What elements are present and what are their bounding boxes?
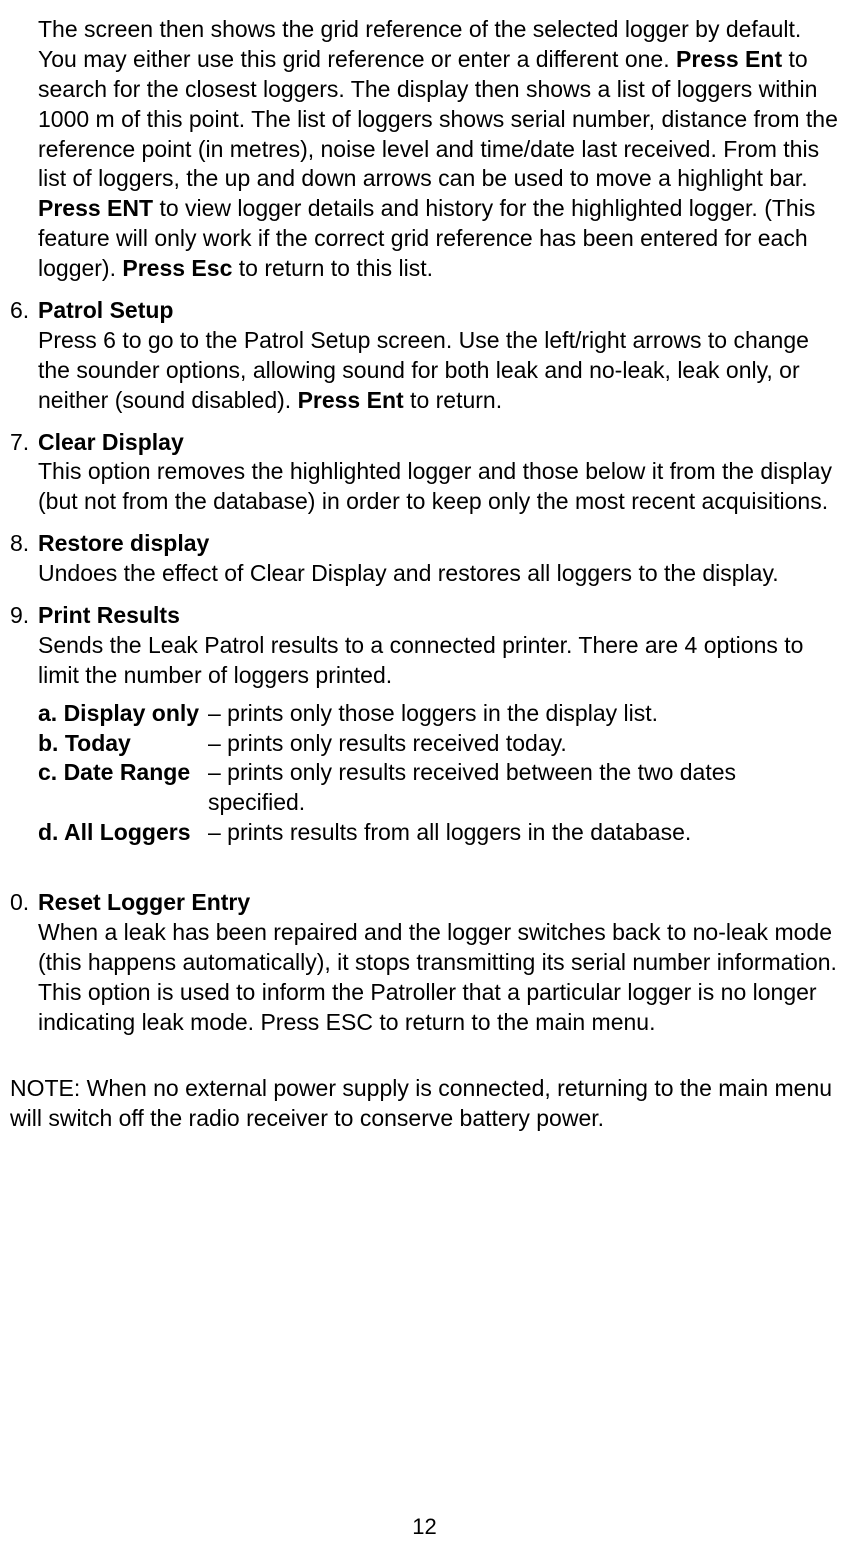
option-b-desc: – prints only results received today. [208,729,839,759]
item-9-content: Print Results Sends the Leak Patrol resu… [38,601,839,848]
item-7-number: 7. [10,428,38,518]
note-text: NOTE: When no external power supply is c… [10,1074,839,1134]
item-9: 9. Print Results Sends the Leak Patrol r… [10,601,839,848]
item-8-number: 8. [10,529,38,589]
option-d-desc: – prints results from all loggers in the… [208,818,839,848]
intro-text-g: to return to this list. [232,255,433,281]
intro-content: The screen then shows the grid reference… [38,15,839,284]
item-9-body: Sends the Leak Patrol results to a conne… [38,632,803,688]
item-7-title: Clear Display [38,429,184,455]
item-0: 0. Reset Logger Entry When a leak has be… [10,888,839,1037]
item-8-title: Restore display [38,530,209,556]
intro-number [10,15,38,284]
item-9-number: 9. [10,601,38,848]
intro-paragraph: The screen then shows the grid reference… [10,15,839,284]
item-0-number: 0. [10,888,38,1037]
item-6-content: Patrol Setup Press 6 to go to the Patrol… [38,296,839,416]
item-8-body: Undoes the effect of Clear Display and r… [38,560,779,586]
option-c-desc: – prints only results received between t… [208,758,839,818]
option-a-label: a. Display only [38,699,208,729]
item-9-title: Print Results [38,602,180,628]
press-ent-2: Press ENT [38,195,153,221]
item-8-content: Restore display Undoes the effect of Cle… [38,529,839,589]
item-7: 7. Clear Display This option removes the… [10,428,839,518]
press-ent-1: Press Ent [676,46,782,72]
item-6-title: Patrol Setup [38,297,173,323]
option-d-label: d. All Loggers [38,818,208,848]
item-6: 6. Patrol Setup Press 6 to go to the Pat… [10,296,839,416]
option-a-desc: – prints only those loggers in the displ… [208,699,839,729]
press-esc: Press Esc [122,255,232,281]
item-6-body-c: to return. [404,387,502,413]
option-a: a. Display only – prints only those logg… [38,699,839,848]
option-b-label: b. Today [38,729,208,759]
item-0-body: When a leak has been repaired and the lo… [38,919,837,1035]
item-8: 8. Restore display Undoes the effect of … [10,529,839,589]
item-6-press-ent: Press Ent [298,387,404,413]
item-0-title: Reset Logger Entry [38,889,250,915]
item-7-body: This option removes the highlighted logg… [38,458,832,514]
option-c-label: c. Date Range [38,758,208,818]
item-0-content: Reset Logger Entry When a leak has been … [38,888,839,1037]
item-6-number: 6. [10,296,38,416]
item-7-content: Clear Display This option removes the hi… [38,428,839,518]
